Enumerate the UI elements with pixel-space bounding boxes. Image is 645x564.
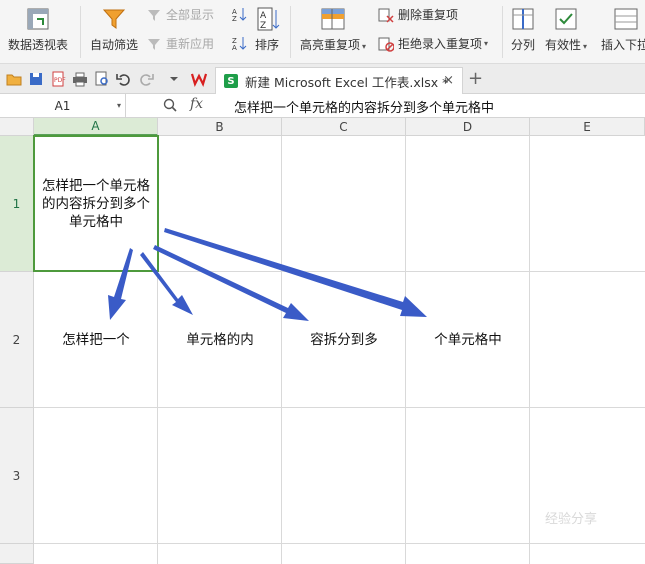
svg-text:Z: Z [232,15,237,22]
highlight-duplicates-button[interactable]: 高亮重复项 ▾ [300,6,366,53]
insert-function-icon[interactable]: fx [190,96,203,112]
select-all-corner[interactable] [0,118,34,136]
split-column-icon [510,6,536,32]
split-column-button[interactable]: 分列 [510,6,536,53]
sort-descending-button[interactable]: ZA [232,35,252,52]
chevron-down-icon[interactable]: ▾ [117,101,121,110]
insert-dropdown-button[interactable]: 插入下拉 [601,6,645,53]
insert-dropdown-icon [612,6,638,32]
formula-input[interactable]: 怎样把一个单元格的内容拆分到多个单元格中 [234,97,494,116]
reject-duplicates-button[interactable]: 拒绝录入重复项 ▾ [378,35,488,52]
column-header-b[interactable]: B [158,118,282,136]
print-preview-icon[interactable] [94,71,110,87]
zoom-icon[interactable] [163,98,177,112]
ribbon-divider [80,6,81,58]
filter-icon [101,6,127,32]
new-tab-icon[interactable]: + [468,68,483,89]
filter-clear-icon [146,7,162,23]
svg-text:A: A [232,44,237,51]
svg-text:A: A [260,11,267,21]
validity-icon [553,6,579,32]
column-header-a[interactable]: A [34,118,158,136]
row-header-2[interactable]: 2 [0,272,34,408]
column-header-c[interactable]: C [282,118,406,136]
sort-icon: AZ [254,6,280,32]
cell-d2[interactable]: 个单元格中 [406,272,530,408]
reapply-button[interactable]: 重新应用 [146,35,214,52]
close-tab-icon[interactable]: × [443,73,454,88]
formula-bar: A1 ▾ fx 怎样把一个单元格的内容拆分到多个单元格中 [0,94,645,118]
row-header-1[interactable]: 1 [0,136,34,272]
row-header-4[interactable] [0,544,34,564]
wps-logo-icon[interactable] [190,71,208,87]
spreadsheet-grid: A B C D E 1 2 3 怎样把一个单元格的内容拆分到多个单元格中 怎样把… [0,118,645,564]
validity-button[interactable]: 有效性 ▾ [545,6,587,53]
filter-reapply-icon [146,36,162,52]
svg-text:PDF: PDF [54,77,66,84]
sort-az-icon: AZ [232,6,248,23]
save-icon[interactable] [28,71,44,87]
redo-icon[interactable] [138,71,154,87]
active-cell-border [33,135,159,272]
pivot-table-icon [25,6,51,32]
cell-a2[interactable]: 怎样把一个 [34,272,158,408]
row-header-3[interactable]: 3 [0,408,34,544]
auto-filter-button[interactable]: 自动筛选 [90,6,138,53]
quick-access-bar: PDF S 新建 Microsoft Excel 工作表.xlsx * × + [0,64,645,94]
watermark-text: 经验分享 [545,512,598,527]
customize-dropdown-icon[interactable] [166,71,182,87]
ribbon-divider [290,6,291,58]
open-folder-icon[interactable] [6,71,22,87]
delete-duplicates-icon [378,7,394,23]
export-pdf-icon[interactable]: PDF [50,71,66,87]
svg-text:Z: Z [260,21,266,31]
document-title: 新建 Microsoft Excel 工作表.xlsx * [245,74,449,90]
delete-duplicates-button[interactable]: 删除重复项 [378,6,458,23]
sort-za-icon: ZA [232,35,248,52]
column-header-d[interactable]: D [406,118,530,136]
show-all-button[interactable]: 全部显示 [146,6,214,23]
cell-b2[interactable]: 单元格的内 [158,272,282,408]
ribbon-divider [502,6,503,58]
print-icon[interactable] [72,71,88,87]
sort-ascending-button[interactable]: AZ [232,6,252,23]
pivot-table-button[interactable]: 数据透视表 [8,6,68,53]
highlight-duplicates-icon [320,6,346,32]
column-header-e[interactable]: E [530,118,645,136]
sort-button[interactable]: AZ 排序 [254,6,280,53]
reject-duplicates-icon [378,36,395,52]
tab-document[interactable]: S 新建 Microsoft Excel 工作表.xlsx * × [215,67,463,94]
cell-c2[interactable]: 容拆分到多 [282,272,406,408]
undo-icon[interactable] [116,71,132,87]
name-box[interactable]: A1 ▾ [0,94,126,117]
spreadsheet-file-icon: S [224,74,238,88]
gridline [34,543,645,544]
ribbon-toolbar: 数据透视表 自动筛选 全部显示 重新应用 AZ ZA AZ 排序 高亮重复项 ▾ … [0,0,645,64]
